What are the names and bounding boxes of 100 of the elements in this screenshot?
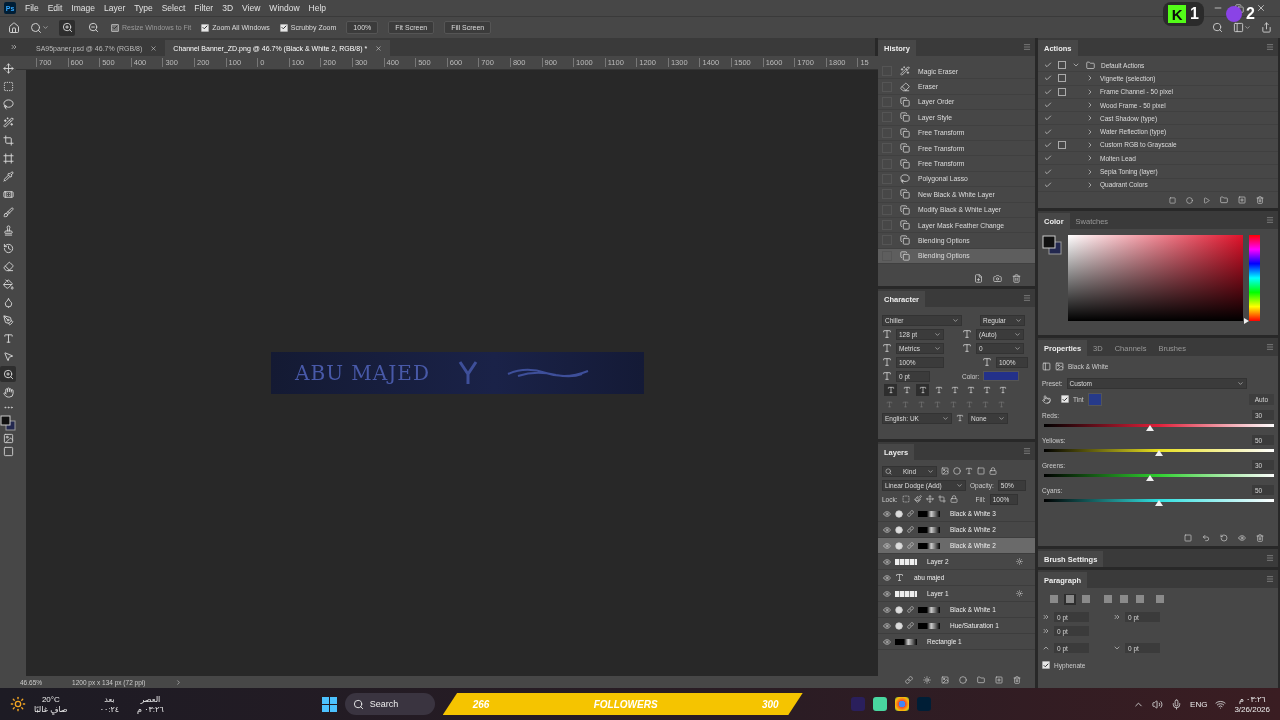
app-icon[interactable]: [872, 697, 887, 711]
search-icon[interactable]: [1212, 22, 1223, 33]
screen-mode-icon[interactable]: [2, 446, 14, 457]
visibility-icon[interactable]: [883, 605, 891, 614]
link-icon[interactable]: [905, 676, 913, 684]
lasso-icon[interactable]: [0, 96, 16, 112]
stop-icon[interactable]: [1169, 196, 1176, 204]
adjustment-icon[interactable]: [1042, 361, 1051, 371]
check-icon[interactable]: [1044, 180, 1052, 189]
adjustment-icon[interactable]: [959, 676, 967, 684]
menu-item[interactable]: Image: [71, 3, 95, 13]
restore-icon[interactable]: [1235, 3, 1244, 13]
hue-pointer[interactable]: [1244, 318, 1249, 324]
menu-item[interactable]: Window: [269, 3, 300, 13]
align-icon[interactable]: [1154, 593, 1166, 605]
eyedropper-icon[interactable]: [0, 168, 16, 184]
check-icon[interactable]: [1044, 114, 1052, 123]
dialog-toggle[interactable]: [1058, 61, 1066, 70]
frame-icon[interactable]: [0, 150, 16, 166]
hand-icon[interactable]: [1042, 394, 1051, 404]
menu-item[interactable]: Type: [134, 3, 153, 13]
panel-menu-icon[interactable]: [1266, 343, 1274, 351]
slider-thumb[interactable]: [1145, 425, 1154, 431]
panel-menu-icon[interactable]: [1266, 43, 1274, 51]
trash-icon[interactable]: [1013, 676, 1021, 684]
panel-menu-icon[interactable]: [1023, 294, 1031, 302]
color-swatches-icon[interactable]: [0, 415, 16, 431]
check-icon[interactable]: [1044, 87, 1052, 96]
check-icon[interactable]: [1044, 154, 1052, 163]
panel-menu-icon[interactable]: [1266, 216, 1274, 224]
tint-checkbox[interactable]: [1061, 395, 1069, 403]
dialog-toggle[interactable]: [1058, 140, 1066, 149]
quick-mask-icon[interactable]: [2, 433, 14, 444]
previous-state-icon[interactable]: [1202, 534, 1210, 542]
menu-item[interactable]: Layer: [104, 3, 126, 13]
lock-position-icon[interactable]: [925, 495, 934, 503]
chevron-icon[interactable]: [175, 678, 183, 686]
pen-icon[interactable]: [0, 312, 16, 328]
menu-item[interactable]: 3D: [222, 3, 234, 13]
adjustment-filter-icon[interactable]: [953, 467, 961, 475]
play-icon[interactable]: [1203, 196, 1210, 204]
microphone-icon[interactable]: [1171, 698, 1183, 710]
checkbox[interactable]: [279, 23, 288, 32]
align-icon[interactable]: [1064, 593, 1076, 605]
camera-icon[interactable]: [993, 273, 1002, 283]
visibility-icon[interactable]: [883, 557, 891, 566]
align-icon[interactable]: [1080, 593, 1092, 605]
visibility-icon[interactable]: [883, 525, 891, 534]
crop-icon[interactable]: [0, 132, 16, 148]
new-layer-icon[interactable]: [995, 676, 1003, 684]
tint-swatch[interactable]: [1087, 392, 1102, 406]
shape-filter-icon[interactable]: [977, 467, 985, 475]
slider-thumb[interactable]: [1155, 450, 1163, 456]
caret-icon[interactable]: [998, 414, 1005, 422]
trash-icon[interactable]: [1012, 273, 1021, 283]
align-icon[interactable]: [1048, 593, 1060, 605]
trash-icon[interactable]: [1256, 534, 1264, 542]
text-color-swatch[interactable]: [983, 371, 1020, 381]
dialog-toggle[interactable]: [1058, 87, 1066, 96]
new-document-icon[interactable]: [974, 273, 983, 283]
align-icon[interactable]: [1134, 593, 1146, 605]
visibility-icon[interactable]: [883, 637, 891, 646]
lock-pixels-icon[interactable]: [901, 495, 910, 503]
check-icon[interactable]: [1044, 74, 1052, 83]
brush-icon[interactable]: [0, 204, 16, 220]
record-icon[interactable]: [1186, 196, 1193, 204]
mask-icon[interactable]: [941, 676, 949, 684]
move-icon[interactable]: [0, 60, 16, 76]
lock-paint-icon[interactable]: [913, 495, 922, 503]
panel-menu-icon[interactable]: [1023, 43, 1031, 51]
wand-icon[interactable]: [0, 114, 16, 130]
panel-menu-icon[interactable]: [1266, 575, 1274, 583]
type-style-icon[interactable]: [916, 384, 929, 396]
zoom-icon[interactable]: [0, 366, 16, 382]
start-icon[interactable]: [321, 696, 337, 712]
lock-icon[interactable]: [949, 495, 958, 503]
visibility-icon[interactable]: [883, 589, 891, 598]
hyphenate-checkbox[interactable]: [1042, 661, 1050, 669]
caret-icon[interactable]: [956, 481, 963, 489]
align-icon[interactable]: [1118, 593, 1130, 605]
menu-item[interactable]: Help: [308, 3, 327, 13]
checkbox[interactable]: [201, 23, 210, 32]
weather-icon[interactable]: [10, 696, 26, 712]
type-style-icon[interactable]: [884, 384, 897, 396]
color-field[interactable]: [1068, 235, 1243, 321]
panel-menu-icon[interactable]: [1023, 447, 1031, 455]
menu-item[interactable]: File: [25, 3, 39, 13]
dialog-toggle[interactable]: [1058, 74, 1066, 83]
workspace-icon[interactable]: [1233, 22, 1251, 33]
menu-item[interactable]: Edit: [47, 3, 63, 13]
folder-icon[interactable]: [977, 676, 985, 684]
caret-icon[interactable]: [1236, 379, 1244, 387]
visibility-icon[interactable]: [883, 573, 891, 582]
color-swatches-icon[interactable]: [1042, 235, 1062, 255]
artboard-icon[interactable]: [937, 495, 946, 503]
caret-icon[interactable]: [942, 414, 949, 422]
new-action-icon[interactable]: [1238, 196, 1246, 204]
home-icon[interactable]: [8, 21, 20, 34]
trash-icon[interactable]: [1256, 196, 1264, 204]
align-icon[interactable]: [1102, 593, 1114, 605]
